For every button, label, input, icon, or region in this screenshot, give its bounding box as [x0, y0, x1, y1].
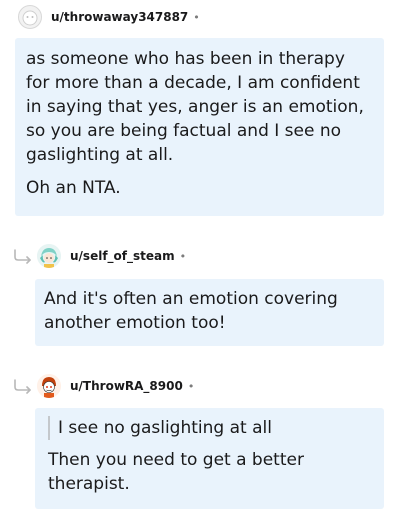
comment-header: u/ThrowRA_8900 •: [37, 374, 194, 398]
character-avatar-icon: [37, 244, 61, 268]
username[interactable]: u/throwaway347887: [51, 10, 188, 24]
comment-header: u/self_of_steam •: [37, 244, 186, 268]
separator-dot: •: [179, 249, 187, 263]
comment-body: I see no gaslighting at all Then you nee…: [35, 408, 384, 509]
username[interactable]: u/ThrowRA_8900: [70, 379, 183, 393]
avatar[interactable]: [18, 5, 42, 29]
avatar[interactable]: [37, 244, 61, 268]
quote-block: I see no gaslighting at all: [48, 416, 374, 440]
snoo-avatar-icon: [37, 374, 61, 398]
comment-body: as someone who has been in therapy for m…: [15, 38, 384, 216]
reply-arrow-icon: [14, 249, 31, 264]
default-avatar-icon: [22, 10, 38, 26]
comment-body: And it's often an emotion covering anoth…: [35, 279, 384, 346]
comment-text: Oh an NTA.: [26, 178, 121, 198]
separator-dot: •: [193, 10, 200, 24]
comment-text: And it's often an emotion covering anoth…: [44, 289, 338, 333]
separator-dot: •: [187, 379, 195, 393]
avatar[interactable]: [37, 374, 61, 398]
reply-arrow-icon: [14, 379, 31, 394]
comment-text: as someone who has been in therapy for m…: [26, 49, 364, 165]
username[interactable]: u/self_of_steam: [70, 249, 175, 263]
comment-text: Then you need to get a better therapist.: [48, 450, 304, 494]
comment-header: u/throwaway347887 •: [18, 5, 200, 29]
